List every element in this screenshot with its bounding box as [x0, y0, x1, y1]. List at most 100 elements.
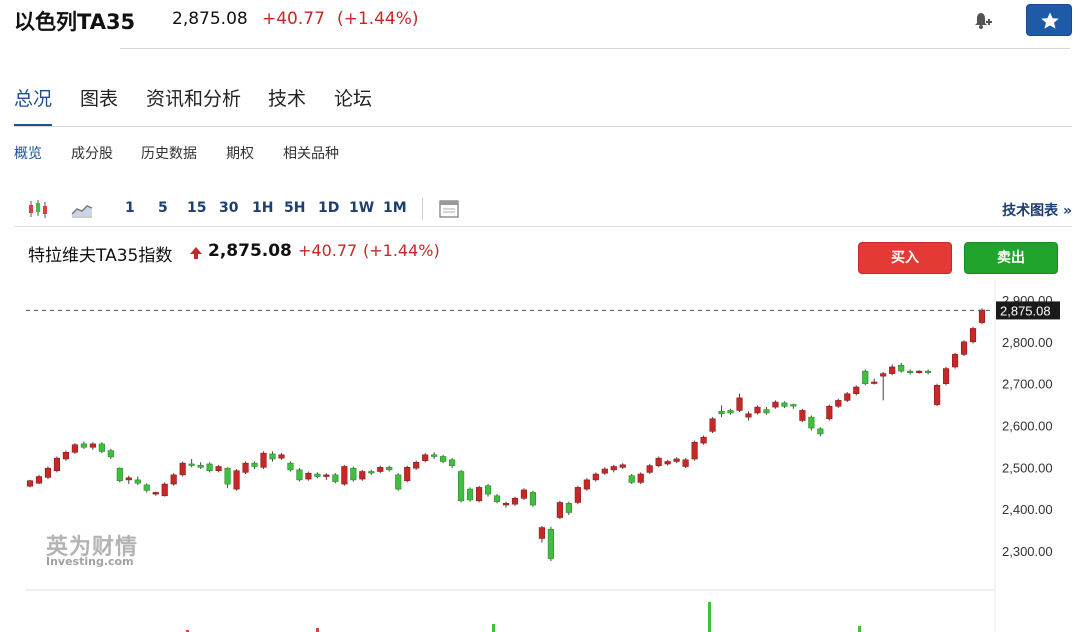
subtab-related[interactable]: 相关品种	[283, 143, 339, 163]
candle-body	[691, 441, 698, 460]
tab-news-analysis[interactable]: 资讯和分析	[146, 84, 241, 111]
candle-body	[44, 467, 52, 478]
candle-body	[323, 474, 330, 477]
candle-body	[278, 454, 285, 459]
candle-body	[206, 463, 213, 471]
candle-body	[269, 453, 276, 460]
candle-body	[916, 370, 923, 373]
candle-body	[197, 464, 204, 468]
candle-body	[934, 385, 941, 405]
candle-body	[314, 473, 321, 477]
subtab-options[interactable]: 期权	[226, 143, 254, 163]
candle-body	[107, 450, 114, 458]
volume-bar	[708, 602, 711, 632]
candle-body	[134, 479, 141, 484]
star-icon	[1041, 12, 1059, 29]
candle-body	[125, 477, 132, 481]
candle-body	[574, 487, 581, 503]
area-chart-icon[interactable]	[70, 198, 94, 220]
interval-1w[interactable]: 1W	[349, 200, 374, 216]
candle-body	[350, 467, 357, 481]
y-tick-label: 2,800.00	[1002, 335, 1053, 350]
last-price-tag: 2,875.08	[996, 301, 1060, 320]
candle-body	[188, 463, 195, 466]
candle-body	[493, 495, 501, 502]
toolbar-separator	[422, 198, 423, 220]
candle-body	[484, 485, 492, 495]
interval-1m[interactable]: 1	[125, 200, 135, 216]
interval-1h[interactable]: 1H	[252, 200, 273, 216]
bell-plus-icon[interactable]	[970, 8, 994, 32]
tab-chart[interactable]: 图表	[80, 84, 118, 111]
candle-body	[35, 476, 43, 484]
candle-body	[332, 474, 339, 482]
instrument-change-pct: (+1.44%)	[363, 241, 440, 260]
interval-1mo[interactable]: 1M	[383, 200, 407, 216]
buy-button[interactable]: 买入	[858, 242, 952, 274]
interval-30m[interactable]: 30	[219, 200, 238, 216]
candle-body	[233, 470, 240, 490]
candle-body	[440, 456, 447, 462]
candle-body	[871, 381, 878, 384]
candle-body	[386, 467, 393, 471]
candle-body	[431, 454, 438, 457]
candle-body	[628, 475, 635, 483]
header-change: +40.77	[262, 9, 325, 29]
candle-body	[799, 410, 806, 421]
candle-body	[808, 416, 815, 429]
candle-body	[754, 406, 761, 414]
candle-body	[466, 488, 474, 501]
watchlist-star-button[interactable]	[1026, 4, 1072, 36]
page-title: 以色列TA35	[14, 10, 136, 34]
candle-body	[682, 459, 689, 467]
subtab-historical-data[interactable]: 历史数据	[141, 143, 197, 163]
candle-body	[475, 487, 483, 502]
candle-body	[745, 413, 752, 418]
candle-body	[413, 462, 420, 469]
volume-bar	[492, 624, 495, 632]
candle-body	[673, 458, 680, 462]
candle-body	[835, 400, 842, 407]
candle-body	[646, 465, 653, 473]
candle-body	[862, 370, 869, 384]
candle-body	[960, 341, 968, 355]
candle-body	[502, 503, 510, 506]
candle-body	[592, 473, 599, 481]
technical-chart-link[interactable]: 技术图表 »	[1002, 200, 1072, 220]
y-tick-label: 2,600.00	[1002, 419, 1053, 434]
candle-body	[817, 428, 824, 435]
candle-body	[224, 467, 231, 485]
tab-technical[interactable]: 技术	[268, 84, 306, 111]
tab-forum[interactable]: 论坛	[334, 84, 372, 111]
price-chart[interactable]: 2,900.002,800.002,700.002,600.002,500.00…	[0, 280, 1080, 632]
candle-body	[26, 480, 34, 487]
instrument-price: 2,875.08	[208, 241, 292, 261]
header-divider	[120, 48, 1070, 49]
candle-body	[260, 452, 267, 468]
tab-overview[interactable]: 总况	[14, 84, 52, 111]
subtab-summary[interactable]: 概览	[14, 143, 42, 163]
candle-body	[341, 466, 348, 485]
candle-body	[170, 474, 177, 485]
chart-toolbar: 1 5 15 30 1H 5H 1D 1W 1M 技术图表 »	[14, 194, 1072, 224]
interval-15m[interactable]: 15	[187, 200, 206, 216]
volume-bar	[858, 626, 861, 632]
y-tick-label: 2,300.00	[1002, 544, 1053, 559]
candle-body	[80, 443, 87, 448]
candle-body	[305, 472, 312, 480]
candle-body	[700, 436, 707, 444]
candle-body	[143, 484, 150, 491]
calendar-icon[interactable]	[438, 198, 460, 220]
volume-bar	[316, 628, 319, 632]
candle-body	[709, 418, 716, 432]
candle-body	[215, 466, 222, 471]
interval-1d[interactable]: 1D	[318, 200, 339, 216]
candle-body	[538, 527, 546, 539]
candle-body	[637, 473, 644, 483]
subtab-components[interactable]: 成分股	[71, 143, 113, 163]
interval-5h[interactable]: 5H	[284, 200, 305, 216]
candle-body	[880, 373, 887, 377]
interval-5m[interactable]: 5	[158, 200, 168, 216]
sell-button[interactable]: 卖出	[964, 242, 1058, 274]
candlestick-icon[interactable]	[26, 197, 50, 221]
